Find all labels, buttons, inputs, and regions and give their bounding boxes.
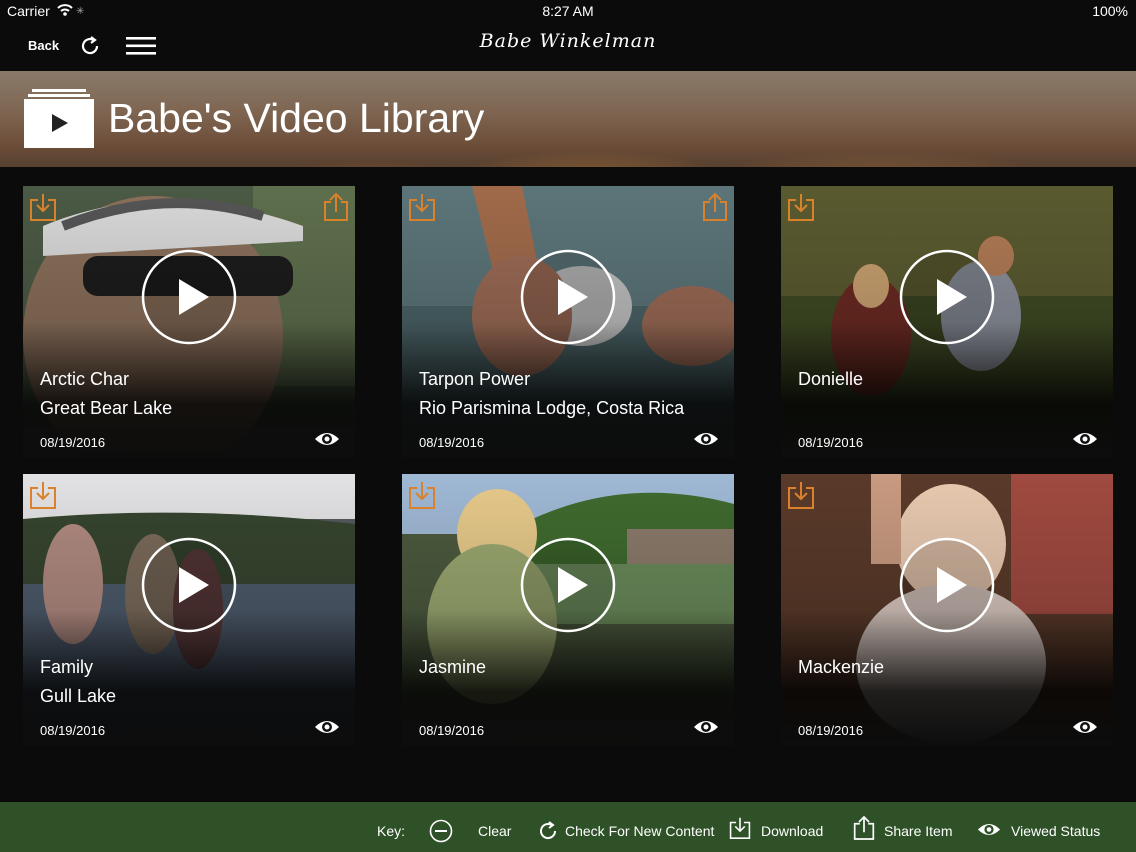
viewed-status-eye-icon [315,721,339,733]
viewed-status-eye-icon [1073,433,1097,445]
download-icon[interactable] [408,480,436,510]
clock: 8:27 AM [542,3,594,19]
play-icon[interactable] [520,537,616,633]
clear-icon [429,819,453,843]
key-label: Key: [377,823,406,839]
viewed-status-eye-icon [1073,721,1097,733]
video-title: Donielle [798,369,864,389]
viewed-status-eye-icon [315,433,339,445]
share-icon[interactable] [702,192,728,222]
share-label: Share Item [884,823,953,839]
check-content-icon [540,821,557,840]
battery-level: 100% [1092,3,1128,19]
page-title: Babe's Video Library [108,95,485,141]
viewed-key-eye-icon [977,823,1001,836]
download-icon[interactable] [787,192,815,222]
video-date: 08/19/2016 [419,435,485,450]
video-card[interactable]: Arctic Char Great Bear Lake 08/19/2016 [23,186,355,458]
download-icon[interactable] [787,480,815,510]
play-icon[interactable] [899,537,995,633]
share-key-icon [853,815,875,840]
play-icon[interactable] [141,249,237,345]
play-icon[interactable] [141,537,237,633]
video-library-icon [24,89,94,148]
download-icon[interactable] [29,192,57,222]
check-content-label: Check For New Content [565,823,715,839]
video-date: 08/19/2016 [798,723,864,738]
viewed-status-eye-icon [694,721,718,733]
download-icon[interactable] [408,192,436,222]
video-card[interactable]: Jasmine 08/19/2016 [402,474,734,746]
video-subtitle: Great Bear Lake [40,398,173,418]
clear-label: Clear [478,823,512,839]
video-title: Jasmine [419,657,487,677]
video-title: Family [40,657,93,677]
video-card[interactable]: Family Gull Lake 08/19/2016 [23,474,355,746]
video-card[interactable]: Tarpon Power Rio Parismina Lodge, Costa … [402,186,734,458]
legend-footer: Key: Clear Check For New Content Downloa… [0,802,1136,852]
video-date: 08/19/2016 [40,435,106,450]
video-card[interactable]: Mackenzie 08/19/2016 [781,474,1113,746]
status-bar: Carrier ✳ 8:27 AM 100% [0,0,1136,22]
video-date: 08/19/2016 [798,435,864,450]
video-date: 08/19/2016 [419,723,485,738]
navigation-bar: Back Babe Winkelman [0,22,1136,70]
share-icon[interactable] [323,192,349,222]
video-title: Tarpon Power [419,369,531,389]
download-key-icon [729,817,751,839]
play-icon[interactable] [520,249,616,345]
download-label: Download [761,823,824,839]
video-title: Mackenzie [798,657,885,677]
video-card[interactable]: Donielle 08/19/2016 [781,186,1113,458]
play-icon[interactable] [899,249,995,345]
brand-logo: Babe Winkelman [479,30,657,52]
video-subtitle: Rio Parismina Lodge, Costa Rica [419,398,685,418]
video-date: 08/19/2016 [40,723,106,738]
download-icon[interactable] [29,480,57,510]
video-title: Arctic Char [40,369,130,389]
video-subtitle: Gull Lake [40,686,117,706]
viewed-label: Viewed Status [1011,823,1101,839]
library-banner: Babe's Video Library [0,71,1136,167]
viewed-status-eye-icon [694,433,718,445]
